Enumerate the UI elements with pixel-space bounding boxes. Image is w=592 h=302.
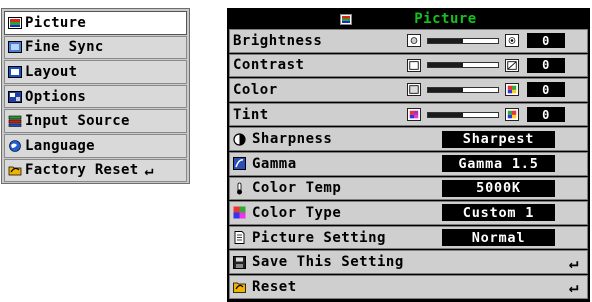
setting-value[interactable]: Sharpest [442,130,555,148]
setting-label: Gamma [252,155,297,172]
setting-row-gamma[interactable]: Gamma Gamma 1.5 [229,151,588,176]
menu-item-factory-reset[interactable]: Factory Reset ↵ [4,158,187,183]
main-menu: Picture Fine Sync Layout Options Input S… [1,8,190,184]
menu-item-layout[interactable]: Layout [4,60,187,84]
slider-row-tint[interactable]: Tint 0 [229,102,588,127]
panel-title-bar: Picture [229,10,588,28]
setting-value[interactable]: Normal [442,229,555,247]
slider-label: Brightness [233,32,323,49]
tint-high-icon [505,108,519,122]
setting-row-picture-setting[interactable]: Picture Setting Normal [229,225,588,250]
slider-track [427,37,499,44]
action-label: Save This Setting [252,254,404,271]
panel-title: Picture [414,11,477,27]
menu-item-label: Language [25,137,95,154]
brightness-slider[interactable] [407,34,519,48]
menu-item-picture[interactable]: Picture [4,11,187,35]
document-icon [234,231,245,244]
slider-track [427,62,499,69]
color-slider[interactable] [407,83,519,97]
menu-item-input-source[interactable]: Input Source [4,109,187,133]
brightness-high-icon [505,34,519,48]
picture-icon [340,13,353,25]
factory-reset-icon [8,167,22,176]
input-source-icon [8,115,22,127]
action-row-save-this-setting[interactable]: Save This Setting ↵ [229,250,588,274]
contrast-slider[interactable] [407,58,519,72]
slider-track [427,86,499,93]
setting-label: Picture Setting [252,229,386,246]
slider-label: Tint [233,106,269,123]
enter-arrow-icon: ↵ [144,161,154,180]
slider-value: 0 [527,57,565,73]
setting-label-group: Gamma [233,156,438,172]
setting-value[interactable]: Custom 1 [442,204,555,222]
color-high-icon [505,83,519,97]
tint-slider[interactable] [407,108,519,122]
slider-track [427,111,499,118]
setting-label-group: Color Type [233,205,438,221]
setting-label-group: Sharpness [233,131,438,147]
slider-row-brightness[interactable]: Brightness 0 [229,29,588,53]
menu-item-options[interactable]: Options [4,84,187,109]
setting-label-group: Color Temp [233,180,438,196]
options-icon [8,90,22,103]
picture-panel: Picture Brightness 0 Contrast 0 Color 0 … [227,8,590,302]
thermometer-icon [237,182,242,195]
setting-value[interactable]: 5000K [442,179,555,197]
layout-icon [8,65,22,78]
slider-label: Contrast [233,57,305,74]
enter-arrow-icon: ↵ [568,252,579,272]
reset-icon [233,282,246,294]
menu-item-fine-sync[interactable]: Fine Sync [4,35,187,60]
slider-label: Color [233,81,278,98]
color-low-icon [407,83,421,97]
contrast-low-icon [407,58,421,72]
action-label: Reset [252,278,297,295]
menu-item-label: Layout [25,63,78,80]
action-label-group: Reset [233,279,438,295]
contrast-high-icon [505,58,519,72]
slider-value: 0 [527,33,565,49]
save-icon [233,255,246,269]
menu-item-label: Options [25,88,87,105]
setting-label: Color Temp [252,180,342,197]
setting-label: Color Type [252,204,342,221]
sharpness-icon [233,133,246,146]
slider-fill [428,87,463,92]
setting-row-color-temp[interactable]: Color Temp 5000K [229,176,588,201]
fine-sync-icon [8,41,22,54]
tint-low-icon [407,108,421,122]
action-row-reset[interactable]: Reset ↵ [229,274,588,299]
enter-arrow-icon: ↵ [568,277,579,297]
slider-row-contrast[interactable]: Contrast 0 [229,53,588,78]
slider-value: 0 [527,107,565,123]
action-label-group: Save This Setting [233,254,438,270]
setting-row-sharpness[interactable]: Sharpness Sharpest [229,127,588,151]
brightness-low-icon [407,34,421,48]
menu-item-label: Input Source [25,113,130,130]
menu-item-language[interactable]: Language [4,133,187,158]
setting-label-group: Picture Setting [233,230,438,246]
language-icon [9,139,21,152]
slider-row-color[interactable]: Color 0 [229,78,588,102]
setting-value[interactable]: Gamma 1.5 [442,155,555,173]
slider-value: 0 [527,82,565,98]
slider-fill [428,38,463,43]
menu-item-label: Picture [25,14,87,31]
slider-fill [428,63,463,68]
setting-label: Sharpness [252,131,333,148]
color-type-icon [233,206,246,219]
menu-item-label: Factory Reset [25,162,139,179]
menu-item-label: Fine Sync [25,39,104,56]
gamma-icon [233,157,246,171]
picture-icon [8,16,22,29]
slider-fill [428,112,463,117]
setting-row-color-type[interactable]: Color Type Custom 1 [229,201,588,225]
